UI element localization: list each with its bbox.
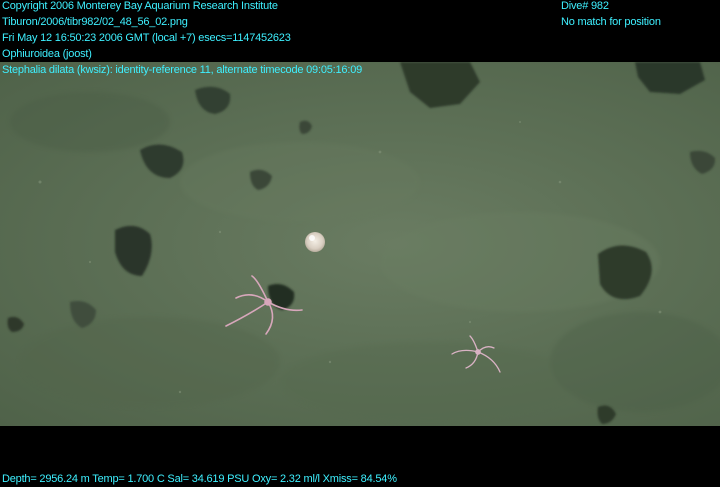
overlay-top-left: Copyright 2006 Monterey Bay Aquarium Res… [2,0,362,78]
seafloor-image [0,62,720,426]
siphonophore-sphere [305,232,325,252]
file-path-text: Tiburon/2006/tibr982/02_48_56_02.png [2,16,188,28]
position-text: No match for position [561,16,661,28]
concept-text: Ophiuroidea (joost) [2,48,92,60]
telemetry-text: Depth= 2956.24 m Temp= 1.700 C Sal= 34.6… [2,473,397,485]
video-frame: Copyright 2006 Monterey Bay Aquarium Res… [0,0,720,486]
seafloor-scene [7,62,720,424]
overlay-top-right: Dive# 982 No match for position [561,0,661,30]
dive-number-text: Dive# 982 [561,0,609,12]
timestamp-text: Fri May 12 16:50:23 2006 GMT (local +7) … [2,32,291,44]
copyright-text: Copyright 2006 Monterey Bay Aquarium Res… [2,0,278,12]
identity-text: Stephalia dilata (kwsiz): identity-refer… [2,64,363,76]
